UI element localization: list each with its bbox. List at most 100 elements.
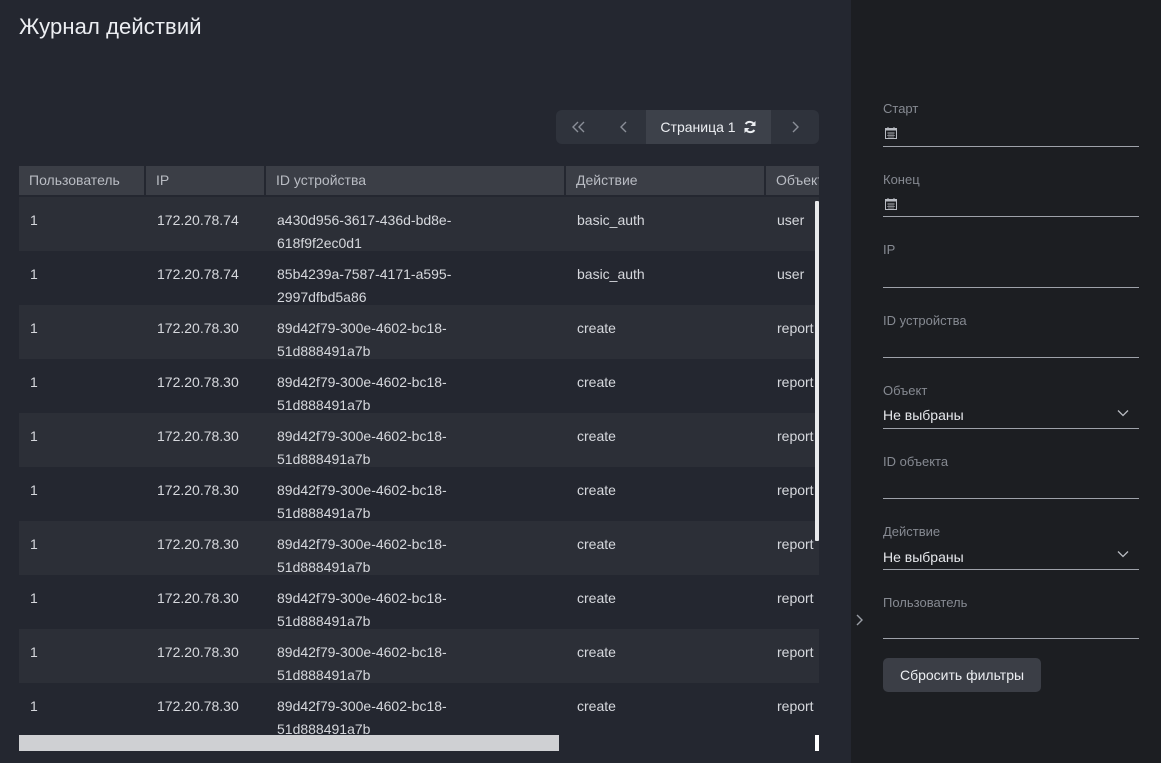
table-row[interactable]: 1 172.20.78.30 89d42f79-300e-4602-bc18- 5… <box>19 521 819 575</box>
cell-action: create <box>577 536 616 552</box>
cell-ip: 172.20.78.30 <box>157 536 239 552</box>
cell-device-id: 89d42f79-300e-4602-bc18- 51d888491a7b <box>267 683 567 737</box>
cell-user: 1 <box>30 698 38 714</box>
chevron-down-icon <box>1117 551 1129 558</box>
cell-object: report <box>777 698 814 714</box>
cell-object: report <box>777 482 814 498</box>
chevron-right-icon <box>856 614 863 626</box>
cell-action: create <box>577 320 616 336</box>
cell-device-id: 89d42f79-300e-4602-bc18- 51d888491a7b <box>267 575 567 629</box>
cell-action: create <box>577 698 616 714</box>
start-date-field[interactable]: Старт <box>883 101 1139 147</box>
collapse-sidebar-button[interactable] <box>855 614 863 629</box>
table-body: 1 172.20.78.74 a430d956-3617-436d-bd8e- 6… <box>19 197 819 737</box>
cell-action: create <box>577 644 616 660</box>
main-panel: Журнал действий Страница 1 Пользователь … <box>0 0 851 763</box>
cell-action: create <box>577 374 616 390</box>
action-underline <box>883 569 1139 570</box>
user-underline <box>883 638 1139 639</box>
cell-device-id-line1: 89d42f79-300e-4602-bc18- <box>277 590 447 606</box>
table-row[interactable]: 1 172.20.78.30 89d42f79-300e-4602-bc18- 5… <box>19 629 819 683</box>
table-row[interactable]: 1 172.20.78.30 89d42f79-300e-4602-bc18- 5… <box>19 413 819 467</box>
calendar-icon[interactable] <box>885 198 897 210</box>
column-header-object[interactable]: Объект <box>766 166 819 195</box>
cell-device-id-line2: 51d888491a7b <box>277 397 371 413</box>
cell-user: 1 <box>30 320 38 336</box>
column-header-ip[interactable]: IP <box>146 166 266 195</box>
object-id-label: ID объекта <box>883 454 949 469</box>
prev-page-button[interactable] <box>601 110 646 144</box>
column-header-action[interactable]: Действие <box>566 166 766 195</box>
page-title: Журнал действий <box>19 14 202 39</box>
cell-device-id-line2: 51d888491a7b <box>277 343 371 359</box>
cell-ip: 172.20.78.74 <box>157 266 239 282</box>
cell-device-id-line2: 51d888491a7b <box>277 667 371 683</box>
current-page[interactable]: Страница 1 <box>646 110 771 144</box>
calendar-icon[interactable] <box>885 127 897 139</box>
object-id-underline <box>883 498 1139 499</box>
cell-action: create <box>577 428 616 444</box>
cell-object: report <box>777 374 814 390</box>
cell-action: basic_auth <box>577 266 645 282</box>
table-row[interactable]: 1 172.20.78.30 89d42f79-300e-4602-bc18- 5… <box>19 305 819 359</box>
cell-action: create <box>577 482 616 498</box>
object-select[interactable]: Объект Не выбраны <box>883 383 1139 429</box>
object-select-value: Не выбраны <box>883 407 964 423</box>
column-header-device-id[interactable]: ID устройства <box>266 166 566 195</box>
device-id-underline <box>883 357 1139 358</box>
next-page-button[interactable] <box>771 110 818 144</box>
cell-device-id-line1: 89d42f79-300e-4602-bc18- <box>277 536 447 552</box>
cell-ip: 172.20.78.30 <box>157 320 239 336</box>
table-row[interactable]: 1 172.20.78.30 89d42f79-300e-4602-bc18- 5… <box>19 683 819 737</box>
cell-device-id-line1: 85b4239a-7587-4171-a595- <box>277 266 452 282</box>
object-id-field[interactable]: ID объекта <box>883 454 1139 500</box>
user-label: Пользователь <box>883 595 968 610</box>
first-page-button[interactable] <box>556 110 601 144</box>
cell-device-id-line1: 89d42f79-300e-4602-bc18- <box>277 320 447 336</box>
chevron-right-icon <box>792 121 799 133</box>
cell-device-id: a430d956-3617-436d-bd8e- 618f9f2ec0d1 <box>267 197 567 251</box>
cell-user: 1 <box>30 536 38 552</box>
end-date-label: Конец <box>883 172 920 187</box>
table-row[interactable]: 1 172.20.78.74 a430d956-3617-436d-bd8e- 6… <box>19 197 819 251</box>
cell-user: 1 <box>30 482 38 498</box>
table-row[interactable]: 1 172.20.78.30 89d42f79-300e-4602-bc18- 5… <box>19 467 819 521</box>
cell-device-id: 89d42f79-300e-4602-bc18- 51d888491a7b <box>267 521 567 575</box>
table-header: Пользователь IP ID устройства Действие О… <box>19 166 819 195</box>
table-row[interactable]: 1 172.20.78.30 89d42f79-300e-4602-bc18- 5… <box>19 575 819 629</box>
cell-user: 1 <box>30 644 38 660</box>
object-underline <box>883 428 1139 429</box>
action-select-value: Не выбраны <box>883 549 964 565</box>
table-row[interactable]: 1 172.20.78.74 85b4239a-7587-4171-a595- 2… <box>19 251 819 305</box>
refresh-icon[interactable] <box>743 120 757 134</box>
start-date-label: Старт <box>883 101 919 116</box>
cell-device-id-line1: 89d42f79-300e-4602-bc18- <box>277 698 447 714</box>
device-id-label: ID устройства <box>883 313 967 328</box>
start-date-underline <box>883 146 1139 147</box>
ip-label: IP <box>883 242 896 257</box>
chevron-down-icon <box>1117 410 1129 417</box>
user-field[interactable]: Пользователь <box>883 595 1139 641</box>
ip-field[interactable]: IP <box>883 242 1139 288</box>
cell-ip: 172.20.78.30 <box>157 482 239 498</box>
horizontal-scrollbar[interactable] <box>19 735 559 751</box>
cell-device-id-line1: a430d956-3617-436d-bd8e- <box>277 212 452 228</box>
reset-filters-button[interactable]: Сбросить фильтры <box>883 658 1041 692</box>
end-date-field[interactable]: Конец <box>883 172 1139 218</box>
cell-device-id-line2: 618f9f2ec0d1 <box>277 235 362 251</box>
cell-ip: 172.20.78.30 <box>157 644 239 660</box>
cell-device-id-line2: 51d888491a7b <box>277 505 371 521</box>
cell-device-id: 89d42f79-300e-4602-bc18- 51d888491a7b <box>267 413 567 467</box>
table-row[interactable]: 1 172.20.78.30 89d42f79-300e-4602-bc18- 5… <box>19 359 819 413</box>
column-header-user[interactable]: Пользователь <box>19 166 146 195</box>
cell-object: report <box>777 536 814 552</box>
cell-action: basic_auth <box>577 212 645 228</box>
cell-device-id-line2: 51d888491a7b <box>277 451 371 467</box>
action-select[interactable]: Действие Не выбраны <box>883 524 1139 570</box>
cell-object: report <box>777 320 814 336</box>
cell-device-id: 89d42f79-300e-4602-bc18- 51d888491a7b <box>267 629 567 683</box>
vertical-scrollbar[interactable] <box>815 201 819 541</box>
action-label: Действие <box>883 524 941 539</box>
cell-device-id-line1: 89d42f79-300e-4602-bc18- <box>277 482 447 498</box>
device-id-field[interactable]: ID устройства <box>883 313 1139 359</box>
